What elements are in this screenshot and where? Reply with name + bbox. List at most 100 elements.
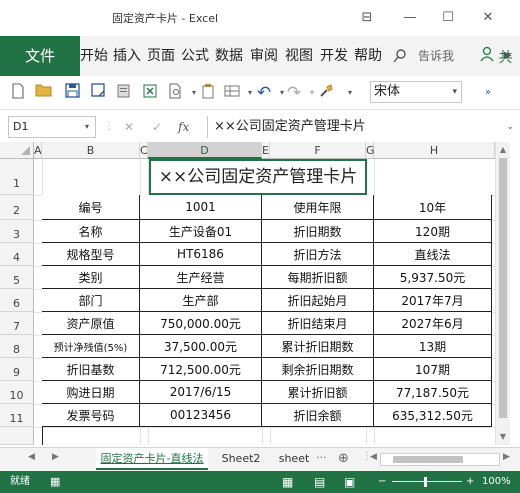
value-cell[interactable]: 13期	[374, 335, 492, 358]
horizontal-scroll-thumb[interactable]	[393, 456, 463, 463]
zoom-slider[interactable]	[392, 481, 462, 482]
ribbon-scroll-right-icon[interactable]: ▶	[504, 50, 512, 61]
format-painter-icon[interactable]	[316, 83, 336, 103]
tell-me-box[interactable]: 告诉我	[418, 36, 454, 76]
value-cell[interactable]: 2027年6月	[374, 312, 492, 335]
value-cell[interactable]: 00123456	[140, 404, 262, 427]
cancel-icon[interactable]: ✕	[124, 120, 134, 134]
column-header-a[interactable]: A	[34, 142, 42, 159]
label-cell[interactable]: 使用年限	[262, 195, 374, 220]
value-cell[interactable]: HT6186	[140, 243, 262, 266]
column-header-c[interactable]: C	[140, 142, 148, 159]
undo-icon[interactable]: ↶	[254, 83, 274, 103]
save-as-icon[interactable]	[88, 83, 108, 103]
excel-sheet-icon[interactable]	[140, 83, 160, 103]
row-header[interactable]: 5	[0, 266, 34, 289]
print-preview-zoom-icon[interactable]	[166, 83, 186, 103]
label-cell[interactable]: 折旧方法	[262, 243, 374, 266]
tab-home[interactable]: 开始	[80, 36, 108, 76]
value-cell[interactable]: 635,312.50元	[374, 404, 492, 427]
redo-icon[interactable]: ↷	[284, 83, 304, 103]
zoom-out-button[interactable]: −	[378, 471, 386, 493]
save-icon[interactable]	[62, 83, 82, 103]
normal-view-icon[interactable]: ▦	[282, 471, 293, 493]
label-cell[interactable]: 折旧余额	[262, 404, 374, 427]
ribbon-display-icon[interactable]: ⊟	[355, 7, 379, 29]
sheet-tab-sheet3[interactable]: sheet	[274, 448, 314, 470]
label-cell[interactable]: 每期折旧额	[262, 266, 374, 289]
label-cell[interactable]: 规格型号	[42, 243, 140, 266]
tab-data[interactable]: 数据	[215, 36, 243, 76]
select-all-corner[interactable]	[0, 142, 34, 159]
new-file-icon[interactable]	[8, 83, 28, 103]
tab-insert[interactable]: 插入	[113, 36, 141, 76]
value-cell[interactable]: 生产设备01	[140, 220, 262, 243]
row-header[interactable]: 3	[0, 220, 34, 243]
format-cells-icon[interactable]	[222, 83, 242, 103]
column-header-g[interactable]: G	[366, 142, 375, 159]
row-header[interactable]	[0, 427, 34, 445]
customize-toolbar-icon[interactable]: »	[478, 83, 498, 103]
scroll-left-icon[interactable]: ◀	[370, 452, 377, 462]
scroll-right-icon[interactable]: ▶	[503, 452, 510, 462]
font-name-select[interactable]: 宋体 ▾	[370, 81, 462, 103]
value-cell[interactable]: 生产部	[140, 289, 262, 312]
value-cell[interactable]: 直线法	[374, 243, 492, 266]
open-folder-icon[interactable]	[34, 83, 54, 103]
tab-file[interactable]: 文件	[0, 36, 80, 76]
column-header-d[interactable]: D	[148, 142, 262, 159]
enter-icon[interactable]: ✓	[152, 120, 162, 134]
scroll-up-icon[interactable]: ▲	[496, 143, 510, 157]
label-cell[interactable]: 发票号码	[42, 404, 140, 427]
tab-review[interactable]: 审阅	[250, 36, 278, 76]
label-cell[interactable]: 累计折旧期数	[262, 335, 374, 358]
tab-developer[interactable]: 开发	[320, 36, 348, 76]
label-cell[interactable]: 资产原值	[42, 312, 140, 335]
row-header[interactable]: 4	[0, 243, 34, 266]
label-cell[interactable]: 折旧结束月	[262, 312, 374, 335]
zoom-level[interactable]: 100%	[482, 471, 511, 493]
value-cell[interactable]: 37,500.00元	[140, 335, 262, 358]
row-header[interactable]: 2	[0, 195, 34, 220]
page-layout-view-icon[interactable]: ▤	[314, 471, 325, 493]
search-icon[interactable]	[392, 48, 408, 64]
label-cell[interactable]: 剩余折旧期数	[262, 358, 374, 381]
column-header-e[interactable]: E	[262, 142, 270, 159]
row-header[interactable]: 11	[0, 404, 34, 427]
expand-formula-icon[interactable]: ⌄	[506, 122, 514, 132]
column-header-b[interactable]: B	[42, 142, 140, 159]
macro-record-icon[interactable]: ▦	[50, 471, 60, 493]
zoom-slider-knob[interactable]	[424, 477, 427, 487]
value-cell[interactable]: 1001	[140, 195, 262, 220]
row-header[interactable]: 9	[0, 358, 34, 381]
add-sheet-button[interactable]: ⊕	[338, 451, 349, 466]
minimize-button[interactable]: —	[398, 7, 422, 29]
value-cell[interactable]: 10年	[374, 195, 492, 220]
zoom-in-button[interactable]: +	[466, 471, 474, 493]
label-cell[interactable]: 折旧起始月	[262, 289, 374, 312]
name-box[interactable]: D1 ▾	[8, 116, 96, 138]
label-cell[interactable]: 购进日期	[42, 381, 140, 404]
sheet-tab-straight-line[interactable]: 固定资产卡片-直线法	[96, 448, 208, 470]
value-cell[interactable]: 2017/6/15	[140, 381, 262, 404]
title-cell[interactable]: ××公司固定资产管理卡片	[149, 159, 367, 195]
formula-input[interactable]: ××公司固定资产管理卡片	[207, 116, 512, 138]
row-header[interactable]: 7	[0, 312, 34, 335]
next-sheet-icon[interactable]: ▶	[52, 452, 59, 462]
close-button[interactable]: ✕	[476, 7, 500, 29]
row-header[interactable]: 10	[0, 381, 34, 404]
row-header[interactable]: 6	[0, 289, 34, 312]
label-cell[interactable]: 预计净残值(5%)	[42, 335, 140, 358]
column-header-f[interactable]: F	[270, 142, 366, 159]
label-cell[interactable]: 编号	[42, 195, 140, 220]
print-preview-icon[interactable]	[114, 83, 134, 103]
label-cell[interactable]: 类别	[42, 266, 140, 289]
tab-formulas[interactable]: 公式	[181, 36, 209, 76]
sheet-tab-sheet2[interactable]: Sheet2	[214, 448, 268, 470]
label-cell[interactable]: 折旧期数	[262, 220, 374, 243]
maximize-button[interactable]: ☐	[436, 7, 460, 29]
value-cell[interactable]: 107期	[374, 358, 492, 381]
value-cell[interactable]: 生产经营	[140, 266, 262, 289]
value-cell[interactable]: 750,000.00元	[140, 312, 262, 335]
value-cell[interactable]: 5,937.50元	[374, 266, 492, 289]
